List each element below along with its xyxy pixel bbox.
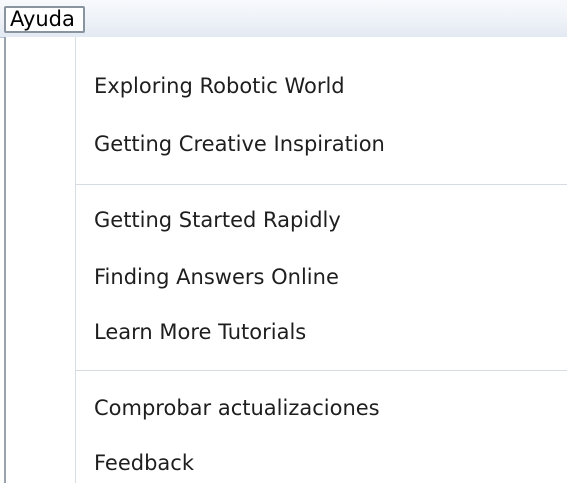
menu-separator [76, 184, 567, 185]
menu-item-comprobar-actualizaciones[interactable]: Comprobar actualizaciones [76, 384, 567, 432]
menu-item-exploring-robotic-world[interactable]: Exploring Robotic World [76, 62, 567, 110]
menu-separator [76, 370, 567, 371]
menu-item-getting-started-rapidly[interactable]: Getting Started Rapidly [76, 196, 567, 244]
menu-item-finding-answers-online[interactable]: Finding Answers Online [76, 253, 567, 301]
help-dropdown-menu: Exploring Robotic World Getting Creative… [4, 37, 567, 483]
menu-icon-gutter [6, 37, 76, 483]
menu-bar: Ayuda [0, 0, 567, 38]
menu-item-getting-creative-inspiration[interactable]: Getting Creative Inspiration [76, 120, 567, 168]
app-window: Ayuda Exploring Robotic World Getting Cr… [0, 0, 567, 483]
menu-item-feedback[interactable]: Feedback [76, 439, 567, 483]
menu-item-learn-more-tutorials[interactable]: Learn More Tutorials [76, 308, 567, 356]
menu-ayuda[interactable]: Ayuda [4, 6, 85, 33]
